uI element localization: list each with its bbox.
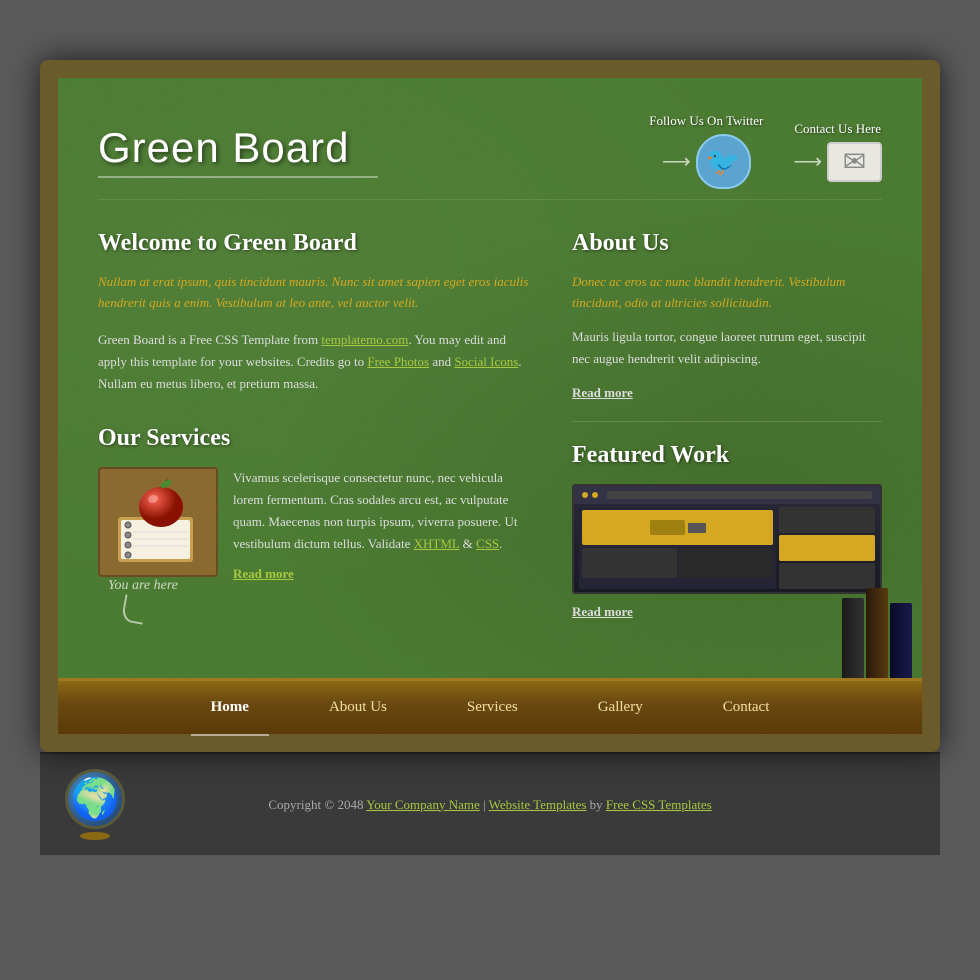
- mockup-sidebar: [779, 507, 875, 589]
- nav-gallery[interactable]: Gallery: [558, 681, 683, 734]
- left-column: Welcome to Green Board Nullam at erat ip…: [98, 230, 532, 620]
- mockup-sidebar-block-3: [779, 563, 875, 589]
- services-body: Vivamus scelerisque consectetur nunc, ne…: [233, 467, 532, 555]
- xhtml-link[interactable]: XHTML: [414, 536, 460, 551]
- services-title: Our Services: [98, 425, 532, 452]
- welcome-text-1: Green Board is a Free CSS Template from: [98, 332, 321, 347]
- chalkboard-surface: Green Board Follow Us On Twitter ⟶ Conta…: [58, 78, 922, 678]
- footer-text: Copyright © 2048 Your Company Name | Web…: [130, 797, 850, 813]
- logo-area: Green Board: [98, 124, 378, 178]
- twitter-label: Follow Us On Twitter: [649, 113, 763, 129]
- site-logo[interactable]: Green Board: [98, 124, 378, 172]
- apple-illustration: [113, 477, 203, 567]
- header: Green Board Follow Us On Twitter ⟶ Conta…: [98, 98, 882, 200]
- books-decoration: [842, 588, 912, 678]
- logo-underline: [98, 176, 378, 178]
- nav-services[interactable]: Services: [427, 681, 558, 734]
- footer-sep: |: [480, 797, 489, 812]
- services-read-more[interactable]: Read more: [233, 563, 532, 585]
- templatemo-link[interactable]: templatemo.com: [321, 332, 408, 347]
- featured-work-mockup: [574, 486, 880, 592]
- globe-stand-base: [80, 832, 110, 840]
- mail-icon: [827, 142, 882, 182]
- contact-label: Contact Us Here: [794, 121, 881, 137]
- mockup-sidebar-block-2: [779, 535, 875, 561]
- copyright-text: Copyright © 2048: [268, 797, 366, 812]
- free-photos-link[interactable]: Free Photos: [367, 354, 429, 369]
- services-content: Vivamus scelerisque consectetur nunc, ne…: [98, 467, 532, 585]
- mockup-title-bar: [607, 491, 872, 499]
- featured-read-more[interactable]: Read more: [572, 604, 882, 620]
- right-column: About Us Donec ac eros ac nunc blandit h…: [572, 230, 882, 620]
- featured-work-image: [572, 484, 882, 594]
- twitter-bird-icon: [696, 134, 751, 189]
- mockup-dot-1: [582, 492, 588, 498]
- mockup-card: [582, 510, 773, 545]
- services-image: [98, 467, 218, 577]
- mockup-body: [574, 504, 880, 592]
- featured-work-title: Featured Work: [572, 442, 882, 469]
- nav-home[interactable]: Home: [171, 681, 289, 734]
- about-body: Mauris ligula tortor, congue laoreet rut…: [572, 326, 882, 370]
- website-templates-link[interactable]: Website Templates: [489, 797, 587, 812]
- mockup-sidebar-block-1: [779, 507, 875, 533]
- services-end: .: [499, 536, 502, 551]
- nav-about[interactable]: About Us: [289, 681, 427, 734]
- about-title: About Us: [572, 230, 882, 257]
- mockup-main: [579, 507, 776, 589]
- twitter-arrow-icon: ⟶: [662, 149, 691, 174]
- free-css-link[interactable]: Free CSS Templates: [606, 797, 712, 812]
- welcome-italic: Nullam at erat ipsum, quis tincidunt mau…: [98, 272, 532, 314]
- twitter-arrow-area: ⟶: [662, 134, 751, 189]
- services-text-block: Vivamus scelerisque consectetur nunc, ne…: [233, 467, 532, 585]
- chalkboard-frame: Green Board Follow Us On Twitter ⟶ Conta…: [40, 60, 940, 752]
- footer-by: by: [586, 797, 606, 812]
- globe-icon: [65, 769, 125, 829]
- css-link[interactable]: CSS: [476, 536, 499, 551]
- header-right: Follow Us On Twitter ⟶ Contact Us Here ⟶: [649, 113, 882, 189]
- globe-stand: [60, 769, 130, 840]
- divider: [572, 421, 882, 422]
- about-read-more[interactable]: Read more: [572, 385, 882, 401]
- mockup-dot-2: [592, 492, 598, 498]
- you-are-here-label: You are here: [108, 578, 178, 623]
- book-2: [866, 588, 888, 678]
- about-italic: Donec ac eros ac nunc blandit hendrerit.…: [572, 272, 882, 314]
- services-and: &: [459, 536, 476, 551]
- navbar: Home About Us Services Gallery Contact: [58, 678, 922, 734]
- welcome-text-3: and: [429, 354, 454, 369]
- nav-contact[interactable]: Contact: [683, 681, 810, 734]
- book-1: [842, 598, 864, 678]
- welcome-body: Green Board is a Free CSS Template from …: [98, 329, 532, 395]
- book-3: [890, 603, 912, 678]
- contact-arrow-area: ⟶: [793, 142, 882, 182]
- main-content: Welcome to Green Board Nullam at erat ip…: [98, 230, 882, 620]
- company-name-link[interactable]: Your Company Name: [366, 797, 480, 812]
- contact-arrow-icon: ⟶: [793, 149, 822, 174]
- navbar-inner: Home About Us Services Gallery Contact: [58, 681, 922, 734]
- twitter-social[interactable]: Follow Us On Twitter ⟶: [649, 113, 763, 189]
- social-icons-link[interactable]: Social Icons: [454, 354, 518, 369]
- mockup-header: [574, 486, 880, 504]
- welcome-title: Welcome to Green Board: [98, 230, 532, 257]
- footer: Copyright © 2048 Your Company Name | Web…: [40, 752, 940, 855]
- contact-social[interactable]: Contact Us Here ⟶: [793, 121, 882, 182]
- our-services-section: Our Services: [98, 425, 532, 585]
